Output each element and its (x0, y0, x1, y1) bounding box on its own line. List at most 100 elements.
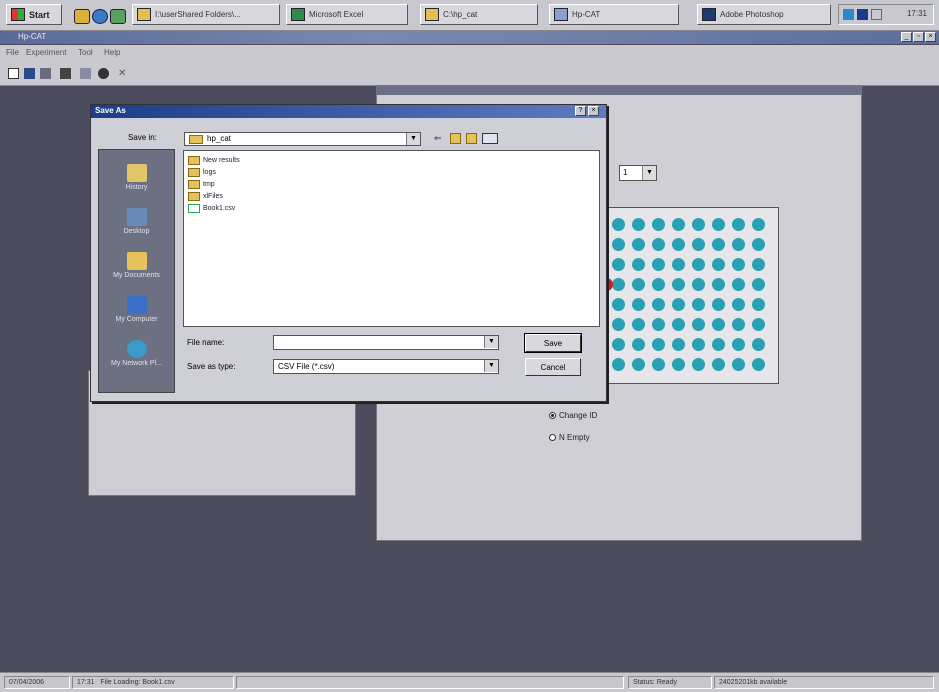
plate-well[interactable] (652, 358, 665, 371)
n-empty-radio[interactable]: N Empty (549, 433, 590, 442)
cancel-button[interactable]: Cancel (525, 358, 581, 376)
plate-well[interactable] (672, 358, 685, 371)
save-as-type-select[interactable]: CSV File (*.csv) ▼ (273, 359, 499, 374)
desktop-quicklaunch-icon[interactable] (74, 9, 90, 24)
plate-well[interactable] (632, 338, 645, 351)
volume-tray-icon[interactable] (871, 9, 882, 20)
plate-well[interactable] (732, 278, 745, 291)
save-in-combo[interactable]: hp_cat ▼ (184, 132, 421, 146)
plate-well[interactable] (652, 238, 665, 251)
plate-well[interactable] (612, 318, 625, 331)
plate-well[interactable] (692, 358, 705, 371)
binoculars-icon[interactable] (98, 68, 109, 79)
save-button[interactable]: Save (524, 333, 582, 353)
plate-well[interactable] (732, 298, 745, 311)
view-menu-icon[interactable] (482, 133, 498, 144)
taskbar-item-hp-cat-folder[interactable]: C:\hp_cat (420, 4, 538, 25)
plate-well[interactable] (632, 298, 645, 311)
plate-well[interactable] (632, 238, 645, 251)
plate-well[interactable] (652, 218, 665, 231)
plate-well[interactable] (632, 278, 645, 291)
plate-well[interactable] (732, 358, 745, 371)
plate-well[interactable] (652, 318, 665, 331)
print-icon[interactable] (60, 68, 71, 79)
menu-tool[interactable]: Tool (78, 48, 93, 57)
file-list[interactable]: New results logs tmp xlFiles Book1.csv (183, 150, 600, 327)
open-icon[interactable] (40, 68, 51, 79)
chevron-down-icon[interactable]: ▼ (406, 133, 420, 145)
save-icon[interactable] (24, 68, 35, 79)
plate-well[interactable] (672, 318, 685, 331)
list-item[interactable]: xlFiles (188, 191, 223, 201)
plate-well[interactable] (752, 298, 765, 311)
back-arrow-icon[interactable]: ⇐ (434, 133, 445, 144)
list-item[interactable]: Book1.csv (188, 203, 235, 213)
plate-well[interactable] (752, 358, 765, 371)
taskbar-item-hp-cat[interactable]: Hp-CAT (549, 4, 679, 25)
plate-well[interactable] (672, 258, 685, 271)
network-tray-icon[interactable] (843, 9, 854, 20)
well-plate-grid[interactable] (600, 207, 779, 384)
plate-number-select[interactable]: 1 ▼ (619, 165, 657, 181)
plate-well[interactable] (752, 338, 765, 351)
plate-well[interactable] (692, 218, 705, 231)
chevron-down-icon[interactable]: ▼ (484, 336, 498, 348)
chevron-down-icon[interactable]: ▼ (642, 166, 656, 180)
list-item[interactable]: New results (188, 155, 240, 165)
plate-well[interactable] (692, 318, 705, 331)
close-icon[interactable]: × (588, 106, 599, 116)
menu-help[interactable]: Help (104, 48, 120, 57)
place-my-documents[interactable]: My Documents (99, 252, 174, 279)
plate-well[interactable] (712, 218, 725, 231)
plate-well[interactable] (672, 238, 685, 251)
up-folder-icon[interactable] (450, 133, 461, 144)
plate-well[interactable] (632, 358, 645, 371)
plate-well[interactable] (692, 258, 705, 271)
plate-well[interactable] (652, 278, 665, 291)
taskbar-item-photoshop[interactable]: Adobe Photoshop (697, 4, 831, 25)
plate-well[interactable] (672, 298, 685, 311)
plate-well[interactable] (652, 338, 665, 351)
plate-well[interactable] (652, 258, 665, 271)
plate-well[interactable] (732, 258, 745, 271)
taskbar-item-shared-folders[interactable]: I:\userShared Folders\... (132, 4, 280, 25)
plate-well[interactable] (652, 298, 665, 311)
media-quicklaunch-icon[interactable] (110, 9, 126, 24)
plate-well[interactable] (752, 318, 765, 331)
place-my-network[interactable]: My Network Pl... (99, 340, 174, 367)
plate-well[interactable] (672, 278, 685, 291)
chevron-down-icon[interactable]: ▼ (484, 360, 498, 372)
plate-well[interactable] (632, 258, 645, 271)
place-history[interactable]: History (99, 164, 174, 191)
plate-well[interactable] (612, 338, 625, 351)
plate-well[interactable] (672, 338, 685, 351)
plate-well[interactable] (612, 358, 625, 371)
plate-well[interactable] (692, 298, 705, 311)
plate-well[interactable] (612, 298, 625, 311)
minimize-icon[interactable]: _ (901, 32, 912, 42)
app-tray-icon[interactable] (857, 9, 868, 20)
start-button[interactable]: Start (6, 4, 62, 25)
list-item[interactable]: tmp (188, 179, 215, 189)
place-desktop[interactable]: Desktop (99, 208, 174, 235)
plate-well[interactable] (752, 218, 765, 231)
plate-well[interactable] (712, 298, 725, 311)
plate-well[interactable] (732, 238, 745, 251)
new-folder-icon[interactable] (466, 133, 477, 144)
plate-well[interactable] (672, 218, 685, 231)
taskbar-item-excel[interactable]: Microsoft Excel (286, 4, 408, 25)
plate-well[interactable] (612, 258, 625, 271)
plate-well[interactable] (712, 338, 725, 351)
plate-well[interactable] (612, 218, 625, 231)
plate-well[interactable] (752, 258, 765, 271)
plate-well[interactable] (752, 238, 765, 251)
file-name-field[interactable]: ▼ (273, 335, 499, 350)
plate-well[interactable] (712, 238, 725, 251)
plate-well[interactable] (612, 238, 625, 251)
plate-well[interactable] (712, 358, 725, 371)
plate-well[interactable] (632, 218, 645, 231)
close-icon[interactable]: × (925, 32, 936, 42)
plate-well[interactable] (692, 278, 705, 291)
menu-experiment[interactable]: Experiment (26, 48, 66, 57)
plate-well[interactable] (612, 278, 625, 291)
